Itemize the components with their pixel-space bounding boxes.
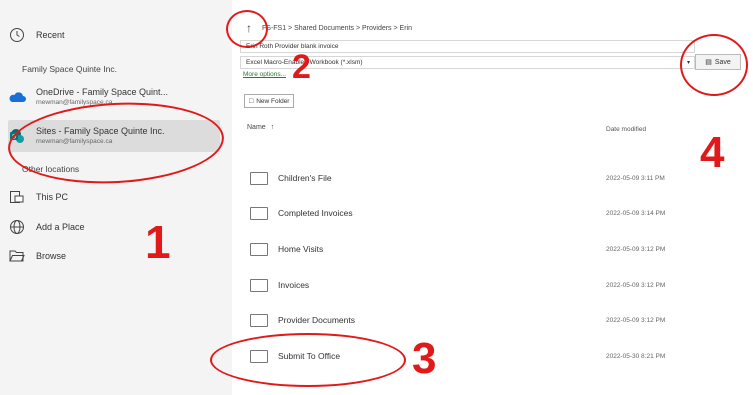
list-item[interactable]: Invoices 2022-05-09 3:12 PM xyxy=(244,272,734,298)
breadcrumb-path[interactable]: FS-FS1 > Shared Documents > Providers > … xyxy=(262,25,412,32)
clock-icon xyxy=(8,26,26,44)
new-folder-button[interactable]: □ New Folder xyxy=(244,94,295,108)
list-item[interactable]: Home Visits 2022-05-09 3:12 PM xyxy=(244,236,734,262)
folder-date: 2022-05-09 3:14 PM xyxy=(606,209,666,217)
nav-onedrive-label: OneDrive - Family Space Quint... xyxy=(36,86,169,97)
folder-name: Home Visits xyxy=(278,244,324,254)
nav-add-place[interactable]: Add a Place xyxy=(8,218,224,236)
folder-date: 2022-05-09 3:12 PM xyxy=(606,245,666,253)
annotation-number-1: 1 xyxy=(145,216,171,268)
folder-icon xyxy=(250,206,268,220)
sidebar: Recent Family Space Quinte Inc. OneDrive… xyxy=(0,0,233,395)
annotation-circle-submit xyxy=(210,333,406,387)
nav-browse[interactable]: Browse xyxy=(8,247,224,265)
list-item[interactable]: Provider Documents 2022-05-09 3:12 PM xyxy=(244,307,734,333)
folder-name: Children's File xyxy=(278,173,332,183)
folder-name: Provider Documents xyxy=(278,315,356,325)
annotation-number-2: 2 xyxy=(292,48,311,86)
nav-this-pc-label: This PC xyxy=(36,192,69,202)
column-name-label: Name xyxy=(247,124,266,131)
org-label: Family Space Quinte Inc. xyxy=(22,64,117,74)
annotation-circle-save xyxy=(680,34,748,96)
annotation-circle-up xyxy=(226,10,268,48)
folder-open-icon xyxy=(8,247,26,265)
computer-icon xyxy=(8,188,26,206)
nav-this-pc[interactable]: This PC xyxy=(8,188,224,206)
nav-add-place-label: Add a Place xyxy=(36,222,85,232)
folder-icon xyxy=(250,278,268,292)
nav-recent[interactable]: Recent xyxy=(8,26,224,44)
annotation-number-3: 3 xyxy=(412,334,437,383)
column-header-name[interactable]: Name ↑ xyxy=(247,124,274,131)
globe-icon xyxy=(8,218,26,236)
folder-icon xyxy=(250,171,268,185)
folder-name: Invoices xyxy=(278,280,310,290)
list-item[interactable]: Completed Invoices 2022-05-09 3:14 PM xyxy=(244,200,734,226)
folder-icon xyxy=(250,313,268,327)
more-options-link[interactable]: More options... xyxy=(243,71,286,78)
folder-date: 2022-05-09 3:12 PM xyxy=(606,281,666,289)
annotation-number-4: 4 xyxy=(700,128,725,177)
new-folder-icon: □ xyxy=(249,97,254,105)
folder-name: Completed Invoices xyxy=(278,208,353,218)
column-header-date[interactable]: Date modified xyxy=(606,126,646,133)
nav-recent-label: Recent xyxy=(36,30,65,40)
cloud-icon xyxy=(8,88,26,106)
new-folder-label: New Folder xyxy=(256,97,290,105)
folder-date: 2022-05-09 3:12 PM xyxy=(606,316,666,324)
list-item[interactable]: Children's File 2022-05-09 3:11 PM xyxy=(244,165,734,191)
nav-browse-label: Browse xyxy=(36,251,67,261)
folder-icon xyxy=(250,242,268,256)
folder-date: 2022-05-09 3:11 PM xyxy=(606,174,665,182)
breadcrumb: ↑ FS-FS1 > Shared Documents > Providers … xyxy=(246,22,412,34)
folder-date: 2022-05-30 8:21 PM xyxy=(606,352,666,360)
sort-up-icon: ↑ xyxy=(270,124,275,131)
